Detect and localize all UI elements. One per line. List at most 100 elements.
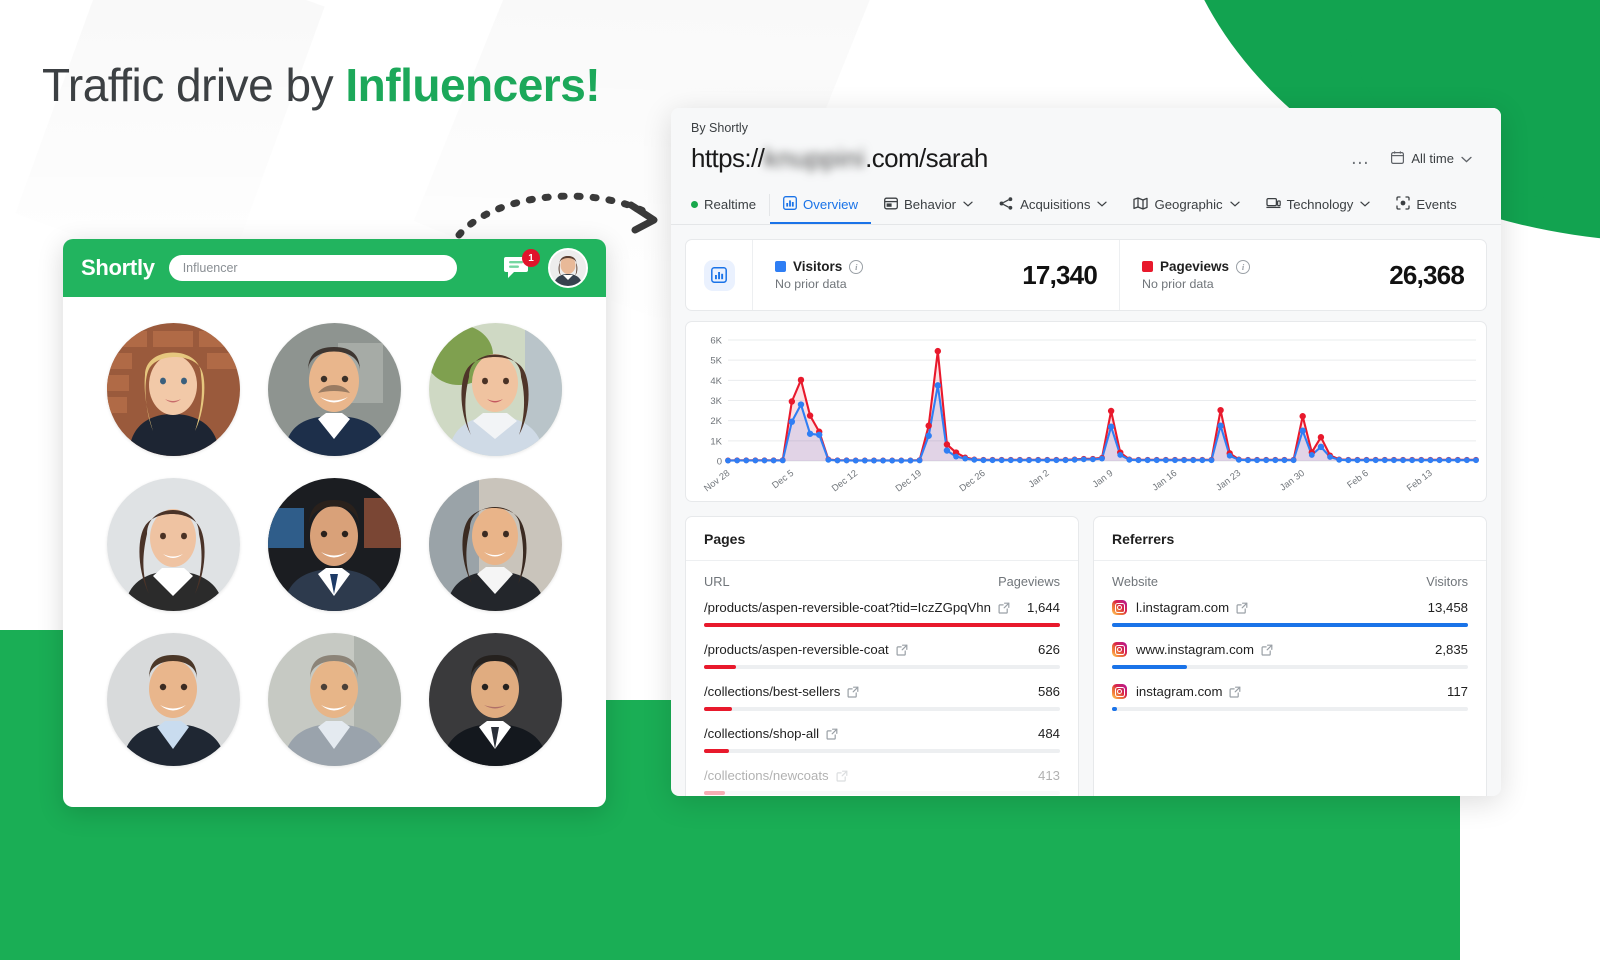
tab-behavior[interactable]: Behavior — [871, 186, 986, 224]
tab-events[interactable]: Events — [1383, 185, 1469, 224]
page-url[interactable]: /products/aspen-reversible-coat — [704, 642, 889, 657]
chat-icon[interactable]: 1 — [504, 249, 540, 282]
referrer-visitors: 117 — [1446, 684, 1468, 699]
page-bar-fill — [704, 749, 729, 753]
table-row[interactable]: /collections/shop-all 484 — [686, 726, 1078, 753]
date-range-picker[interactable]: All time — [1382, 146, 1481, 172]
table-row[interactable]: /products/aspen-reversible-coat 626 — [686, 642, 1078, 669]
referrer-row-top: l.instagram.com 13,458 — [1112, 600, 1468, 623]
stat-pageviews[interactable]: Pageviews i No prior data 26,368 — [1120, 240, 1486, 310]
table-row[interactable]: /collections/best-sellers 586 — [686, 684, 1078, 711]
referrers-table-title: Referrers — [1094, 517, 1486, 561]
info-icon[interactable]: i — [849, 259, 864, 274]
page-url[interactable]: /collections/newcoats — [704, 768, 829, 783]
stat-visitors-left: Visitors i No prior data — [775, 259, 864, 291]
influencer-avatar[interactable] — [429, 633, 562, 766]
referrer-visitors: 13,458 — [1427, 600, 1468, 615]
traffic-chart[interactable]: 0 1K 2K 3K 4K 5K 6K Nov 28 Dec 5 Dec 12 Dec 19 Dec … — [692, 332, 1479, 497]
page-url[interactable]: /collections/best-sellers — [704, 684, 840, 699]
influencer-avatar[interactable] — [429, 478, 562, 611]
chat-badge: 1 — [522, 249, 540, 267]
influencer-avatar[interactable] — [107, 478, 240, 611]
tab-label: Acquisitions — [1020, 197, 1091, 212]
table-row[interactable]: www.instagram.com 2,835 — [1094, 642, 1486, 669]
tab-geographic[interactable]: Geographic — [1120, 186, 1252, 224]
svg-text:4K: 4K — [710, 376, 722, 387]
referrer-site[interactable]: l.instagram.com — [1136, 600, 1229, 615]
date-range-label: All time — [1411, 151, 1454, 166]
tab-technology[interactable]: Technology — [1253, 186, 1384, 223]
page-pageviews: 626 — [1037, 642, 1060, 657]
stat-pageviews-label-row: Pageviews i — [1142, 259, 1251, 274]
influencer-avatar[interactable] — [107, 633, 240, 766]
influencer-avatar[interactable] — [268, 633, 401, 766]
tab-label: Overview — [803, 197, 859, 212]
influencer-avatar[interactable] — [268, 323, 401, 456]
calendar-icon — [1391, 150, 1405, 167]
more-menu-button[interactable]: … — [1350, 149, 1370, 168]
search-input-value: Influencer — [182, 261, 238, 275]
referrers-table-header: Website Visitors — [1094, 561, 1486, 600]
influencer-grid — [63, 297, 606, 766]
referrers-col-visitors: Visitors — [1426, 574, 1468, 589]
page-url[interactable]: /collections/shop-all — [704, 726, 819, 741]
referrer-site[interactable]: www.instagram.com — [1136, 642, 1254, 657]
svg-text:Dec 26: Dec 26 — [957, 468, 987, 494]
influencer-avatar[interactable] — [268, 478, 401, 611]
page-url[interactable]: /products/aspen-reversible-coat?tid=IczZ… — [704, 600, 991, 615]
influencer-app-card: Shortly Influencer 1 — [63, 239, 606, 807]
stats-panel-icon-cell — [686, 240, 753, 310]
svg-text:Jan 30: Jan 30 — [1278, 468, 1306, 493]
page-bar-fill — [704, 791, 726, 795]
svg-text:Dec 5: Dec 5 — [770, 468, 795, 491]
chevron-down-icon — [963, 199, 973, 210]
dashboard-tabs: Realtime Overview Behavior Acquisitions … — [671, 185, 1501, 225]
tab-acquisitions[interactable]: Acquisitions — [986, 186, 1120, 224]
table-row[interactable]: l.instagram.com 13,458 — [1094, 600, 1486, 627]
bottom-tables: Pages URL Pageviews /products/aspen-reve… — [685, 516, 1487, 796]
page-bar-track — [704, 791, 1060, 795]
page-title-plain: Traffic drive by — [42, 59, 346, 111]
dashboard-header: By Shortly https://knuppini.com/sarah … — [671, 108, 1501, 174]
info-icon[interactable]: i — [1236, 259, 1251, 274]
stat-value: 26,368 — [1389, 259, 1465, 290]
svg-text:Feb 6: Feb 6 — [1345, 468, 1370, 490]
stat-visitors[interactable]: Visitors i No prior data 17,340 — [753, 240, 1120, 310]
page-bar-track — [704, 665, 1060, 669]
stat-visitors-label-row: Visitors i — [775, 259, 864, 274]
svg-text:Jan 23: Jan 23 — [1214, 468, 1242, 493]
pageviews-color-swatch — [1142, 261, 1153, 272]
referrer-bar-fill — [1112, 707, 1118, 711]
page-bar-track — [704, 707, 1060, 711]
page-bar-fill — [704, 707, 733, 711]
visitors-color-swatch — [775, 261, 786, 272]
table-row[interactable]: /products/aspen-reversible-coat?tid=IczZ… — [686, 600, 1078, 627]
referrer-site[interactable]: instagram.com — [1136, 684, 1222, 699]
table-row[interactable]: instagram.com 117 — [1094, 684, 1486, 711]
svg-text:1K: 1K — [710, 436, 722, 447]
tab-label: Realtime — [704, 197, 757, 212]
page-row-top: /collections/shop-all 484 — [704, 726, 1060, 749]
svg-text:Jan 9: Jan 9 — [1091, 468, 1115, 490]
avatar[interactable] — [548, 248, 588, 288]
page-bar-fill — [704, 623, 1060, 627]
influencer-avatar[interactable] — [429, 323, 562, 456]
stat-label: Visitors — [793, 259, 843, 274]
stat-label: Pageviews — [1160, 259, 1230, 274]
tab-label: Events — [1416, 197, 1457, 212]
table-row[interactable]: /collections/newcoats 413 — [686, 768, 1078, 795]
referrer-bar-fill — [1112, 623, 1468, 627]
svg-text:Feb 13: Feb 13 — [1405, 468, 1434, 493]
page-row-top: /collections/best-sellers 586 — [704, 684, 1060, 707]
url-suffix: .com/sarah — [865, 143, 988, 173]
tab-overview[interactable]: Overview — [770, 185, 871, 224]
analytics-dashboard-card: By Shortly https://knuppini.com/sarah … — [671, 108, 1501, 796]
tab-realtime[interactable]: Realtime — [675, 186, 769, 223]
page-pageviews: 413 — [1037, 768, 1060, 783]
influencer-avatar[interactable] — [107, 323, 240, 456]
owner-label: By Shortly — [691, 121, 748, 135]
url-prefix: https:// — [691, 143, 765, 173]
referrer-row-top: www.instagram.com 2,835 — [1112, 642, 1468, 665]
page-title-accent: Influencers! — [345, 59, 601, 111]
search-input[interactable]: Influencer — [168, 255, 457, 281]
